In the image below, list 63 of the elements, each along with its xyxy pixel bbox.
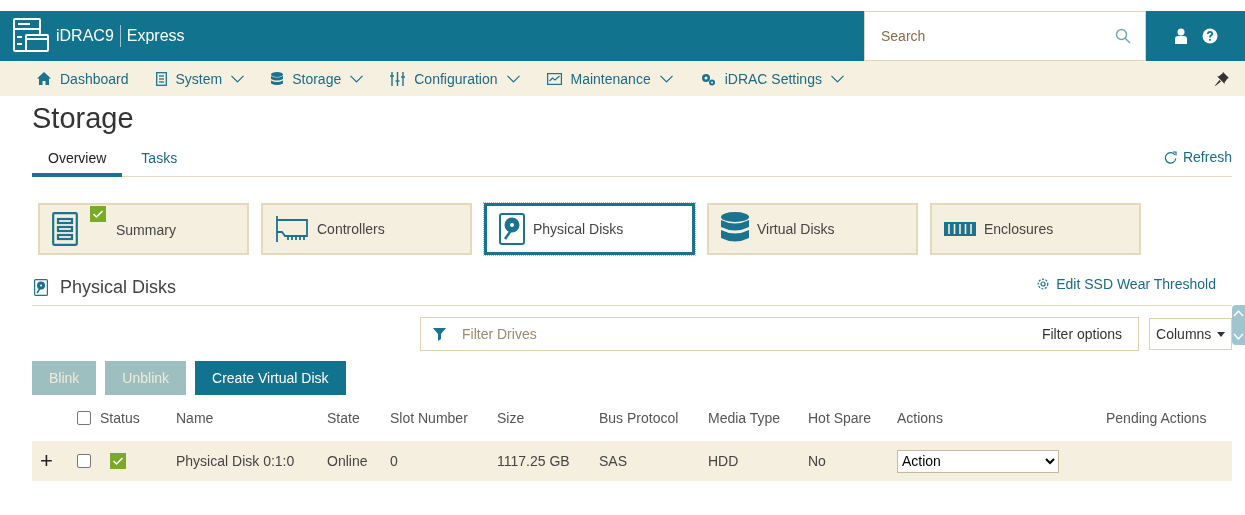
- caret-icon: [1217, 331, 1225, 337]
- nav-item[interactable]: Dashboard: [37, 70, 129, 87]
- column-header: State: [327, 410, 361, 426]
- server-icon: [155, 71, 167, 86]
- column-header: Status: [100, 410, 141, 426]
- refresh-icon: [1163, 150, 1177, 164]
- action-button[interactable]: Create Virtual Disk: [195, 361, 346, 395]
- action-select[interactable]: Action: [897, 449, 1059, 473]
- category-card[interactable]: Controllers: [261, 203, 472, 255]
- column-header: Media Type: [708, 410, 782, 426]
- sliders-icon: [390, 71, 406, 86]
- product-edition: Express: [126, 27, 185, 45]
- home-icon: [37, 72, 51, 85]
- category-card[interactable]: Virtual Disks: [707, 203, 918, 255]
- filter-options-label[interactable]: Filter options: [1041, 326, 1123, 342]
- help-icon[interactable]: [1201, 28, 1218, 44]
- server-logo-icon: [12, 17, 50, 55]
- column-header: Name: [176, 410, 215, 426]
- table-cell-text: SAS: [599, 453, 628, 469]
- product-name: iDRAC9: [56, 27, 114, 45]
- row-checkbox[interactable]: [77, 454, 91, 468]
- edit-threshold-link[interactable]: Edit SSD Wear Threshold: [1036, 276, 1216, 292]
- table-cell-text: No: [808, 453, 827, 469]
- gears-icon: [699, 71, 716, 86]
- tab[interactable]: Tasks: [125, 150, 194, 177]
- pin-icon[interactable]: [1215, 71, 1229, 86]
- nav-item[interactable]: iDRAC Settings: [699, 70, 844, 87]
- controller-card-icon: [275, 214, 309, 244]
- gear-icon: [1036, 277, 1051, 291]
- table-cell-text: HDD: [708, 453, 740, 469]
- column-header: Pending Actions: [1106, 410, 1208, 426]
- nav-item[interactable]: Maintenance: [546, 70, 673, 87]
- filter-icon: [433, 327, 446, 341]
- filter-bar[interactable]: Filter Drives Filter options: [420, 317, 1140, 351]
- monitor-chart-icon: [546, 72, 562, 85]
- select-all-checkbox[interactable]: [77, 411, 91, 425]
- category-card[interactable]: Summary: [38, 203, 249, 255]
- server-icon: [52, 212, 78, 246]
- tab[interactable]: Overview: [32, 150, 123, 177]
- nav-item[interactable]: Storage: [271, 70, 364, 87]
- search-icon[interactable]: [1115, 28, 1131, 44]
- search-box[interactable]: Search: [864, 11, 1146, 61]
- enclosure-icon: [944, 222, 976, 236]
- category-card[interactable]: Enclosures: [930, 203, 1141, 255]
- table-cell-text: 0: [390, 453, 399, 469]
- column-header: Bus Protocol: [599, 410, 680, 426]
- columns-dropdown[interactable]: Columns: [1149, 318, 1232, 350]
- column-header: Hot Spare: [808, 410, 873, 426]
- column-header: Size: [497, 410, 526, 426]
- user-icon[interactable]: [1173, 28, 1188, 44]
- expand-toggle[interactable]: +: [40, 448, 65, 474]
- column-header: Slot Number: [390, 410, 469, 426]
- refresh-link[interactable]: Refresh: [1163, 149, 1232, 165]
- category-card[interactable]: Physical Disks: [484, 203, 695, 255]
- column-header: Actions: [897, 410, 944, 426]
- nav-item[interactable]: Configuration: [390, 70, 520, 87]
- table-cell-text: Online: [327, 453, 369, 469]
- section-title: Physical Disks: [60, 276, 177, 298]
- table-cell-text: 1117.25 GB: [497, 453, 571, 469]
- table-cell-text: Physical Disk 0:1:0: [176, 453, 296, 469]
- database-icon: [271, 71, 284, 86]
- page-title: Storage: [32, 101, 135, 135]
- nav-item[interactable]: System: [155, 70, 245, 87]
